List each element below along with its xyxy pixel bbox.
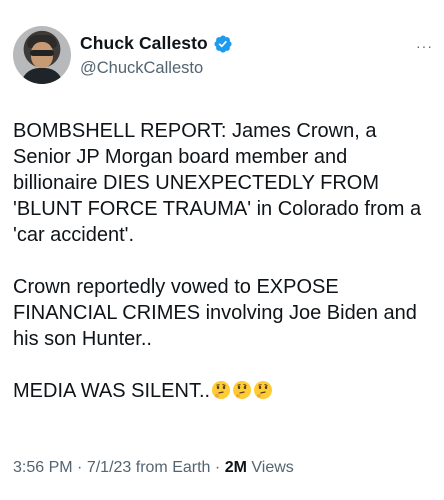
views-count[interactable]: 2M (225, 459, 247, 476)
tweet-header: Chuck Callesto @ChuckCallesto ··· (13, 26, 444, 90)
tweet-final-text: MEDIA WAS SILENT.. (13, 380, 211, 402)
thinking-face-icon (212, 381, 231, 399)
tweet-time[interactable]: 3:56 PM (13, 459, 73, 476)
tweet-date-source[interactable]: 7/1/23 from Earth (87, 459, 211, 476)
user-handle[interactable]: @ChuckCallesto (80, 59, 203, 78)
avatar-glasses (30, 50, 54, 56)
ellipsis-icon[interactable]: ··· (416, 38, 433, 54)
thinking-face-icon (254, 381, 273, 399)
avatar[interactable] (13, 26, 71, 84)
views-label: Views (251, 459, 294, 476)
meta-separator: · (77, 459, 83, 476)
tweet-paragraph-2: Crown reportedly vowed to EXPOSE FINANCI… (13, 276, 423, 350)
verified-badge-icon (214, 34, 232, 53)
meta-separator: · (214, 459, 221, 476)
tweet-paragraph-1: BOMBSHELL REPORT: James Crown, a Senior … (13, 120, 427, 246)
tweet-paragraph-3: MEDIA WAS SILENT.. (13, 378, 433, 404)
thinking-face-icon (233, 381, 252, 399)
avatar-shirt (21, 68, 63, 84)
tweet-text: BOMBSHELL REPORT: James Crown, a Senior … (13, 118, 433, 404)
tweet-meta: 3:56 PM · 7/1/23 from Earth · 2M Views (13, 459, 294, 477)
display-name[interactable]: Chuck Callesto (80, 33, 208, 54)
name-row: Chuck Callesto (80, 33, 233, 54)
